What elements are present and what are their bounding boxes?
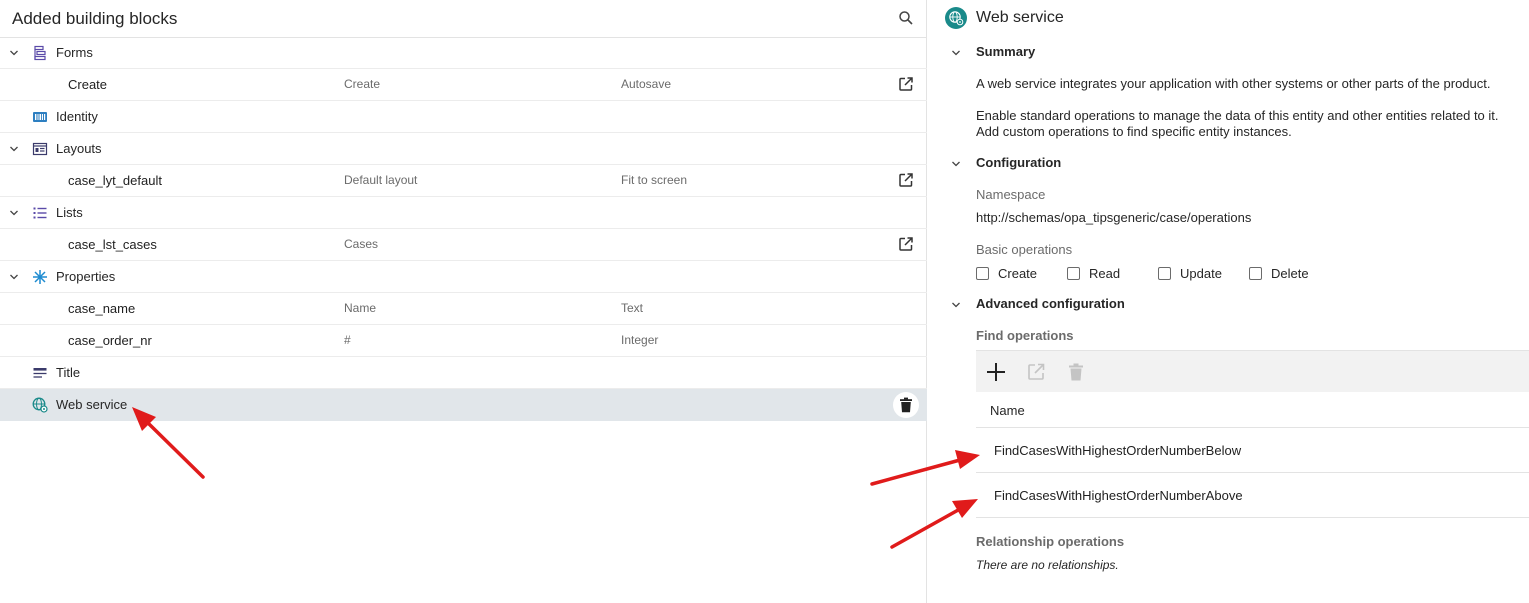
panel-title: Web service: [976, 9, 1064, 26]
item-type: Integer: [621, 333, 659, 347]
category-row-forms[interactable]: Forms: [0, 37, 927, 69]
properties-icon: [33, 270, 47, 284]
find-operations-label: Find operations: [976, 328, 1074, 343]
find-operations-toolbar: [976, 350, 1529, 392]
checkbox-label: Create: [998, 266, 1038, 281]
chevron-down-icon[interactable]: [9, 48, 19, 58]
checkbox[interactable]: [1249, 267, 1262, 280]
open-external-icon[interactable]: [1026, 362, 1046, 382]
layout-icon: [32, 142, 48, 156]
create-checkbox[interactable]: Create: [976, 266, 1037, 281]
find-operation-name: FindCasesWithHighestOrderNumberAbove: [994, 488, 1243, 503]
category-row-web-service[interactable]: Web service: [0, 389, 927, 421]
item-description: Create: [344, 77, 381, 91]
item-type: Autosave: [621, 77, 672, 91]
open-external-icon[interactable]: [898, 172, 914, 188]
category-label: Forms: [56, 45, 93, 60]
open-external-icon[interactable]: [898, 76, 914, 92]
web-service-details-panel: Web service Summary A web service integr…: [928, 0, 1529, 603]
table-row[interactable]: case_name Name Text: [0, 293, 927, 325]
title-icon: [33, 368, 47, 378]
item-description: Cases: [344, 237, 379, 251]
category-label: Web service: [56, 397, 128, 412]
trash-icon: [900, 397, 912, 413]
category-row-layouts[interactable]: Layouts: [0, 133, 927, 165]
find-operation-name: FindCasesWithHighestOrderNumberBelow: [994, 443, 1242, 458]
namespace-label: Namespace: [976, 187, 1046, 202]
empty-state-text: There are no relationships.: [976, 558, 1119, 572]
section-heading: Configuration: [976, 155, 1062, 170]
form-icon: [34, 45, 46, 61]
category-row-lists[interactable]: Lists: [0, 197, 927, 229]
checkbox-label: Update: [1180, 266, 1222, 281]
checkbox[interactable]: [1158, 267, 1171, 280]
chevron-down-icon: [952, 50, 960, 56]
category-label: Properties: [56, 269, 116, 284]
category-row-identity[interactable]: Identity: [0, 101, 927, 133]
web-service-icon: [945, 7, 967, 29]
item-description: Default layout: [344, 173, 418, 187]
checkbox-label: Delete: [1271, 266, 1309, 281]
item-type: Text: [621, 301, 644, 315]
item-name: case_order_nr: [68, 333, 152, 348]
panel-title: Added building blocks: [12, 8, 178, 28]
add-icon[interactable]: [986, 362, 1006, 382]
search-icon[interactable]: [898, 10, 914, 26]
namespace-value: http://schemas/opa_tipsgeneric/case/oper…: [976, 210, 1252, 225]
category-label: Identity: [56, 109, 98, 124]
item-description: Name: [344, 301, 377, 315]
category-row-properties[interactable]: Properties: [0, 261, 927, 293]
table-row[interactable]: case_order_nr # Integer: [0, 325, 927, 357]
delete-button[interactable]: [893, 392, 919, 418]
summary-text: Enable standard operations to manage the…: [976, 108, 1499, 123]
item-name: Create: [68, 77, 108, 92]
section-heading: Advanced configuration: [976, 296, 1125, 311]
list-icon: [33, 207, 47, 219]
table-header: Name: [976, 392, 1529, 428]
item-name: case_name: [68, 301, 136, 316]
chevron-down-icon[interactable]: [9, 272, 19, 282]
table-row[interactable]: case_lst_cases Cases: [0, 229, 927, 261]
item-description: #: [344, 333, 351, 347]
panel-header: Added building blocks: [0, 0, 926, 38]
chevron-down-icon[interactable]: [9, 208, 19, 218]
open-external-icon[interactable]: [898, 236, 914, 252]
table-row[interactable]: Create Create Autosave: [0, 69, 927, 101]
item-name: case_lst_cases: [68, 237, 157, 252]
identity-icon: [33, 112, 47, 122]
web-service-icon: [32, 397, 48, 413]
delete-checkbox[interactable]: Delete: [1249, 266, 1309, 281]
chevron-down-icon: [952, 302, 960, 308]
table-row[interactable]: FindCasesWithHighestOrderNumberAbove: [976, 473, 1529, 518]
category-row-title[interactable]: Title: [0, 357, 927, 389]
summary-text: A web service integrates your applicatio…: [976, 76, 1491, 91]
trash-icon[interactable]: [1066, 362, 1086, 382]
relationship-operations-label: Relationship operations: [976, 534, 1125, 549]
section-heading: Summary: [976, 44, 1036, 59]
table-row[interactable]: FindCasesWithHighestOrderNumberBelow: [976, 428, 1529, 473]
chevron-down-icon: [952, 161, 960, 167]
item-type: Fit to screen: [621, 173, 688, 187]
checkbox-label: Read: [1089, 266, 1121, 281]
summary-text: Add custom operations to find specific e…: [976, 124, 1292, 139]
basic-operations-label: Basic operations: [976, 242, 1073, 257]
chevron-down-icon[interactable]: [9, 144, 19, 154]
read-checkbox[interactable]: Read: [1067, 266, 1120, 281]
checkbox[interactable]: [976, 267, 989, 280]
category-label: Title: [56, 365, 81, 380]
checkbox[interactable]: [1067, 267, 1080, 280]
category-label: Layouts: [56, 141, 102, 156]
category-label: Lists: [56, 205, 83, 220]
item-name: case_lyt_default: [68, 173, 162, 188]
update-checkbox[interactable]: Update: [1158, 266, 1222, 281]
table-row[interactable]: case_lyt_default Default layout Fit to s…: [0, 165, 927, 197]
column-header-name[interactable]: Name: [990, 403, 1025, 418]
building-blocks-panel: Added building blocks Forms Create Creat…: [0, 0, 927, 603]
